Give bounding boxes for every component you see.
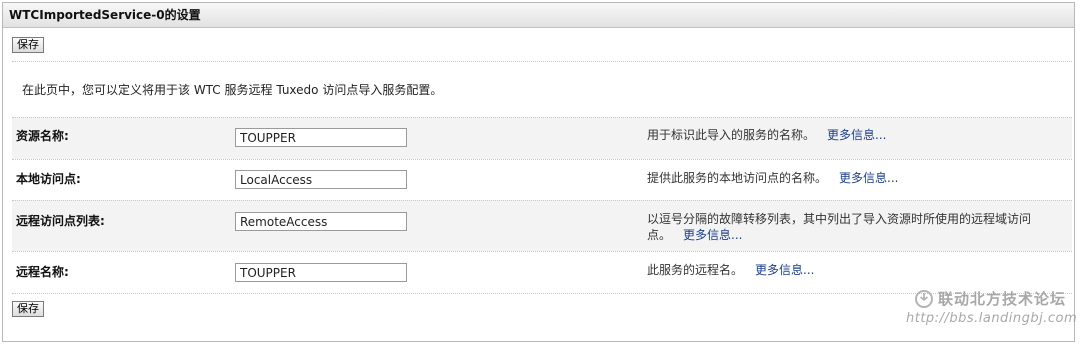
more-info-link[interactable]: 更多信息... (839, 171, 898, 185)
more-info-link[interactable]: 更多信息... (755, 263, 814, 277)
remote-name-label: 远程名称: (16, 265, 69, 279)
remote-access-point-list-help: 以逗号分隔的故障转移列表，其中列出了导入资源时所使用的远程域访问点。 更多信息..… (647, 211, 1039, 243)
divider (12, 61, 1072, 62)
resource-name-input[interactable] (235, 128, 407, 147)
more-info-link[interactable]: 更多信息... (827, 128, 886, 142)
save-button-bottom[interactable]: 保存 (12, 301, 44, 317)
remote-name-help-text: 此服务的远程名。 (647, 263, 744, 277)
form-row-local-access-point: 本地访问点: 提供此服务的本地访问点的名称。更多信息... (12, 159, 1072, 200)
remote-access-point-list-input[interactable] (235, 212, 407, 231)
intro-text: 在此页中，您可以定义将用于该 WTC 服务远程 Tuxedo 访问点导入服务配置… (22, 83, 443, 97)
watermark-url: http://bbs.landingbj.com (906, 311, 1078, 326)
resource-name-label: 资源名称: (16, 129, 69, 143)
remote-name-help: 此服务的远程名。 更多信息... (647, 262, 1039, 278)
save-button-top[interactable]: 保存 (12, 37, 44, 53)
panel-title: WTCImportedService-0的设置 (3, 3, 1074, 28)
local-access-point-input[interactable] (235, 170, 407, 189)
more-info-link[interactable]: 更多信息... (683, 228, 742, 242)
local-access-point-label: 本地访问点: (16, 172, 81, 186)
watermark-title: 联动北方技术论坛 (937, 290, 1066, 308)
resource-name-help: 用于标识此导入的服务的名称。 更多信息... (647, 127, 1039, 143)
form-row-resource-name: 资源名称: 用于标识此导入的服务的名称。更多信息... (12, 117, 1072, 159)
remote-name-input[interactable] (235, 263, 407, 282)
local-access-point-help: 提供此服务的本地访问点的名称。 更多信息... (647, 170, 1039, 186)
forum-logo-icon (914, 289, 933, 308)
resource-name-help-text: 用于标识此导入的服务的名称。 (647, 128, 816, 142)
form-row-remote-name: 远程名称: 此服务的远程名。更多信息... (12, 251, 1072, 293)
remote-access-point-list-label: 远程访问点列表: (16, 214, 105, 228)
form-row-remote-access-point-list: 远程访问点列表: 以逗号分隔的故障转移列表，其中列出了导入资源时所使用的远程域访… (12, 200, 1072, 251)
local-access-point-help-text: 提供此服务的本地访问点的名称。 (647, 171, 828, 185)
watermark: 联动北方技术论坛 http://bbs.landingbj.com (906, 288, 1078, 326)
